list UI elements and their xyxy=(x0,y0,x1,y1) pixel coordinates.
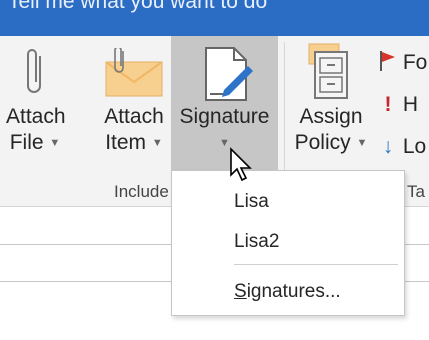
down-arrow-icon: ↓ xyxy=(382,135,394,158)
tell-me-text: Tell me what you want to do xyxy=(8,0,268,13)
follow-up-label: Fo xyxy=(402,51,428,74)
flag-icon xyxy=(380,51,395,71)
attach-item-label-2: Item ▼ xyxy=(105,131,163,154)
signature-label: Signature xyxy=(179,105,270,128)
attach-item-label-1: Attach xyxy=(104,105,164,128)
group-label-tags: Ta xyxy=(407,182,425,201)
signature-pen-icon xyxy=(205,47,253,101)
attach-file-label-2: File ▼ xyxy=(9,131,61,154)
high-importance-button[interactable]: ! H xyxy=(379,92,419,118)
attach-file-label-1: Attach xyxy=(6,105,66,128)
signatures-manage-rest: ignatures... xyxy=(246,281,341,302)
dropdown-caret-icon: ▼ xyxy=(356,137,368,149)
low-importance-button[interactable]: ↓ Lo xyxy=(379,134,426,160)
dropdown-caret-icon: ▼ xyxy=(151,137,163,149)
attach-file-button[interactable]: Attach File ▼ xyxy=(6,36,66,181)
envelope-clip-icon xyxy=(105,48,163,97)
assign-policy-button[interactable]: Assign Policy ▼ xyxy=(289,36,373,181)
signature-button[interactable]: Signature ▼ xyxy=(171,36,278,181)
group-label-include: Include xyxy=(114,182,169,201)
follow-up-button[interactable]: Fo xyxy=(379,50,427,76)
signature-item-lisa[interactable]: Lisa xyxy=(234,191,269,213)
assign-policy-label-2: Policy ▼ xyxy=(294,131,368,154)
access-key-s: S xyxy=(234,281,247,302)
filing-cabinet-icon xyxy=(308,43,348,99)
tell-me-bar[interactable]: Tell me what you want to do xyxy=(0,0,429,36)
signature-item-lisa2[interactable]: Lisa2 xyxy=(234,231,279,253)
paperclip-icon xyxy=(27,49,41,93)
signatures-manage-item[interactable]: Signatures... xyxy=(234,281,341,303)
signature-caret: ▼ xyxy=(171,130,278,156)
attach-item-button[interactable]: Attach Item ▼ xyxy=(98,36,170,181)
signature-dropdown-menu: Lisa Lisa2 Signatures... xyxy=(171,170,405,316)
exclamation-icon: ! xyxy=(384,93,392,116)
menu-separator xyxy=(234,264,398,265)
mouse-cursor-icon xyxy=(230,147,252,182)
low-importance-label: Lo xyxy=(402,135,427,158)
dropdown-caret-icon: ▼ xyxy=(49,137,61,149)
assign-policy-label-1: Assign xyxy=(299,105,363,128)
high-importance-label: H xyxy=(402,93,419,116)
